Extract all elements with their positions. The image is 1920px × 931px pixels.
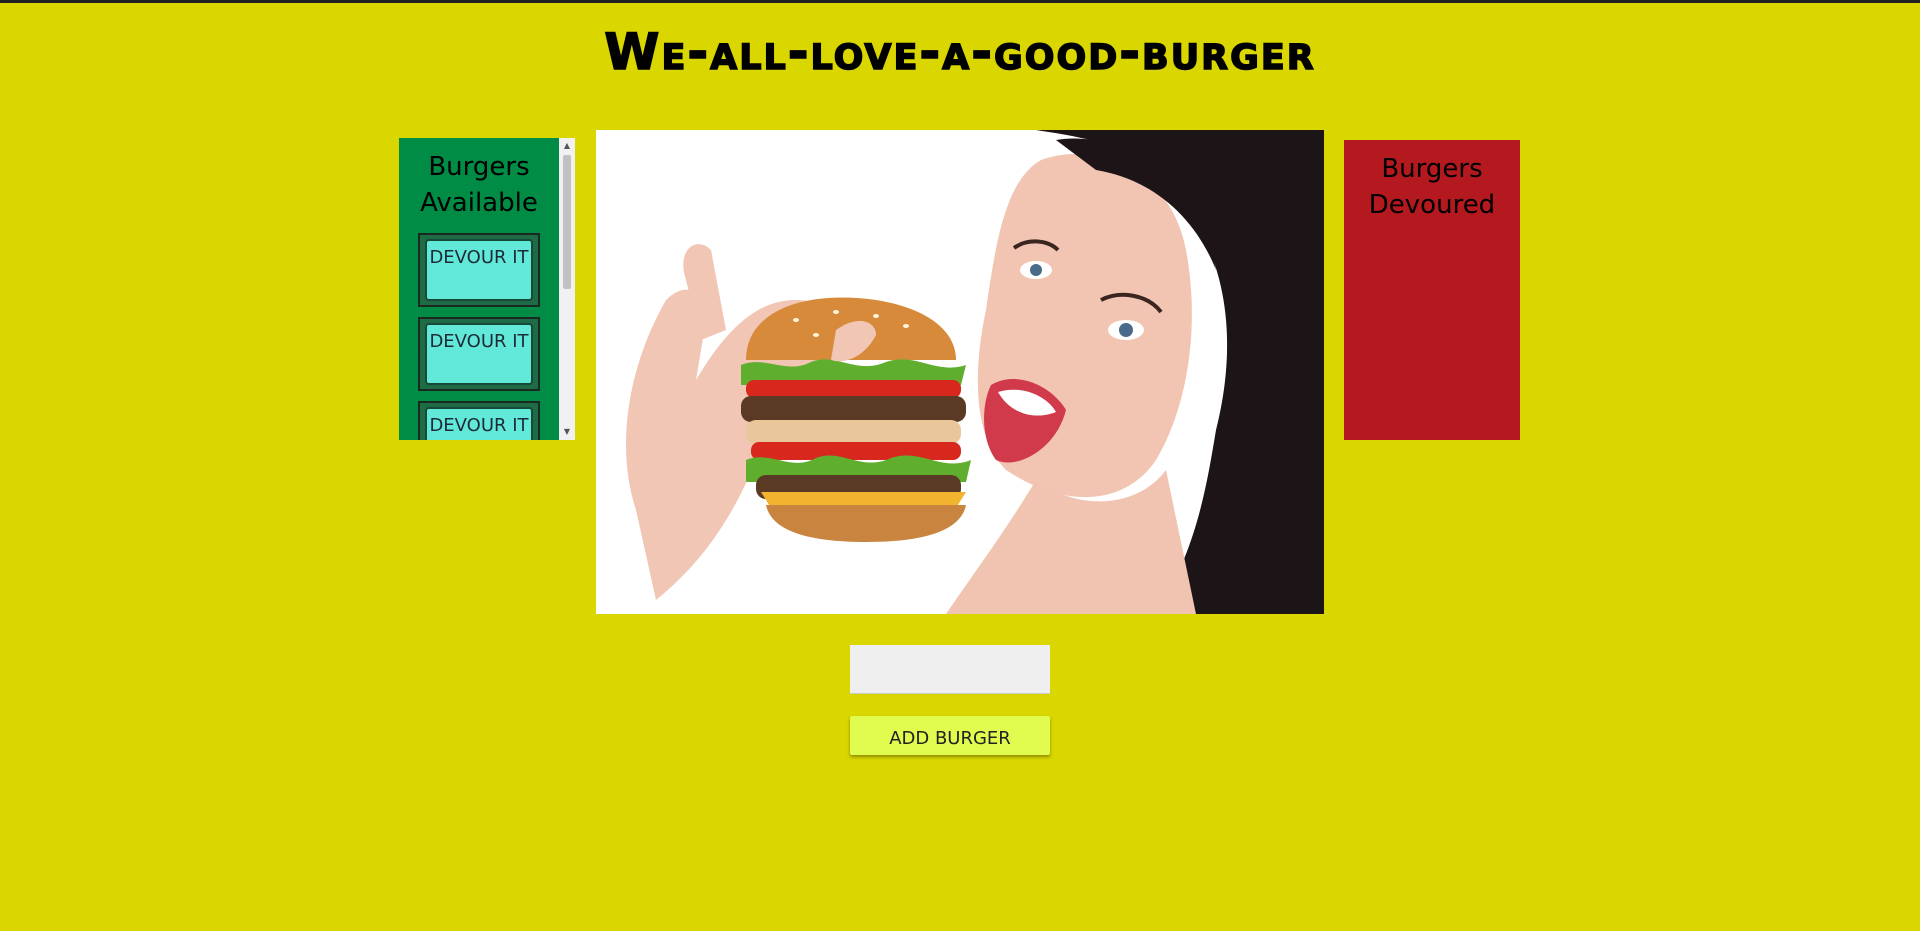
burgers-available-panel[interactable]: Burgers Available DEVOUR IT DEVOUR IT DE…: [399, 138, 575, 440]
page-title: We-all-love-a-good-burger: [604, 22, 1316, 82]
devour-button[interactable]: DEVOUR IT: [425, 239, 533, 301]
scrollbar[interactable]: ▲ ▼: [559, 138, 575, 440]
scroll-down-arrow-icon[interactable]: ▼: [559, 424, 575, 440]
list-item: DEVOUR IT: [418, 317, 540, 391]
burger-name-input[interactable]: [850, 645, 1050, 694]
burgers-devoured-panel: Burgers Devoured: [1344, 140, 1520, 440]
list-item: DEVOUR IT: [418, 401, 540, 440]
burgers-available-heading: Burgers Available: [420, 152, 538, 218]
scroll-up-arrow-icon[interactable]: ▲: [559, 138, 575, 154]
list-item: DEVOUR IT: [418, 233, 540, 307]
burgers-devoured-heading: Burgers Devoured: [1368, 154, 1496, 220]
devour-button[interactable]: DEVOUR IT: [425, 407, 533, 440]
scroll-thumb[interactable]: [563, 155, 571, 289]
hero-illustration: [626, 130, 1324, 614]
available-burger-list: DEVOUR IT DEVOUR IT DEVOUR IT: [399, 233, 559, 440]
devour-button[interactable]: DEVOUR IT: [425, 323, 533, 385]
burgers-available-scroll-area[interactable]: Burgers Available DEVOUR IT DEVOUR IT DE…: [399, 138, 559, 440]
hero-image-woman-eating-burger: [596, 130, 1324, 614]
add-burger-button[interactable]: ADD BURGER: [850, 716, 1050, 755]
